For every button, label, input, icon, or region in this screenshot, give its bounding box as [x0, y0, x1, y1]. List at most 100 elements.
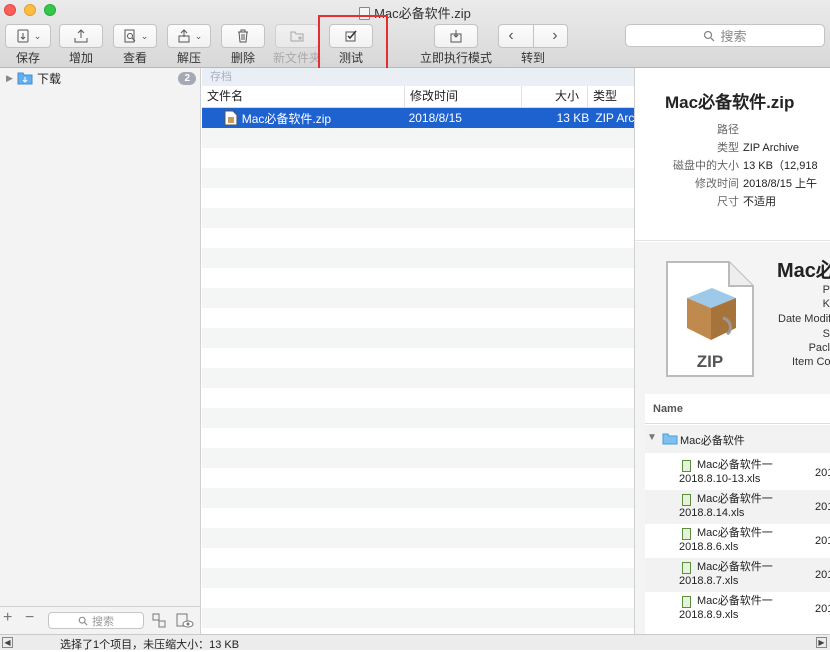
preview-meta-key: S [822, 328, 830, 340]
info-modified-row: 修改时间 2018/8/15 上午 [635, 175, 830, 191]
exec-mode-icon [450, 30, 462, 43]
add-icon[interactable]: + [3, 609, 12, 627]
archive-grid-icon[interactable] [152, 613, 166, 629]
disclosure-triangle-icon[interactable]: ▶ [6, 73, 17, 84]
status-bar: ◀ 选择了1个项目，未压缩大小：13 KB ▶ [0, 634, 830, 651]
empty-row [202, 188, 634, 208]
quicklook-icon [124, 29, 136, 43]
info-pane: Mac必备软件.zip 路径 类型 ZIP Archive 磁盘中的大小 13 KB… [635, 68, 830, 634]
preview-file-row: Mac必备软件一2018.8.7.xls 201 [645, 558, 830, 592]
sidebar-item-label: 下载 [37, 71, 62, 86]
empty-row [202, 128, 634, 148]
preview-meta-key: Item Co [792, 356, 830, 368]
empty-row [202, 248, 634, 268]
empty-row [202, 388, 634, 408]
preview-file-name: Mac必备软件一2018.8.9.xls [679, 595, 773, 621]
downloads-folder-icon [17, 72, 33, 85]
preview-file-row: Mac必备软件一2018.8.9.xls 201 [645, 592, 830, 626]
empty-row [202, 268, 634, 288]
preview-file-row: Mac必备软件一2018.8.10-13.xls 201 [645, 456, 830, 490]
eye-icon[interactable] [176, 613, 194, 629]
preview-file-date: 201 [815, 569, 830, 581]
preview-title: Mac必 [777, 260, 830, 282]
preview-file-date: 201 [815, 467, 830, 479]
chevron-down-icon: ⌄ [140, 30, 149, 41]
goto-segmented[interactable]: ‹ › [498, 24, 568, 48]
archive-section-label: 存档 [202, 68, 634, 86]
column-size[interactable]: 大小 [522, 86, 588, 107]
extract-label: 解压 [176, 51, 201, 65]
info-size-row: 磁盘中的大小 13 KB（12,918 [635, 157, 830, 173]
quicklook-preview: ZIP Mac必 P K Date Modifi S Pacl Item Co … [635, 242, 830, 634]
file-list: 存档 文件名 修改时间 大小 类型 Mac必备软件.zip 2018/8/15 … [202, 68, 634, 634]
search-placeholder: 搜索 [720, 29, 747, 44]
chevron-left-icon[interactable]: ‹ [508, 27, 513, 45]
info-dimensions-row: 尺寸 不适用 [635, 193, 830, 209]
count-badge: 2 [178, 72, 196, 85]
preview-file-name: Mac必备软件一2018.8.14.xls [679, 493, 773, 519]
preview-meta-key: Pacl [808, 342, 830, 354]
chevron-right-icon[interactable]: › [552, 27, 557, 45]
column-type[interactable]: 类型 [588, 86, 634, 107]
file-modified: 2018/8/15 [408, 111, 462, 125]
empty-rows [202, 128, 634, 628]
info-title: Mac必备软件.zip [665, 93, 795, 112]
add-button[interactable] [59, 24, 103, 48]
preview-file-name: Mac必备软件一2018.8.6.xls [679, 527, 773, 553]
trash-icon [238, 29, 248, 43]
sidebar-search-field[interactable]: 搜索 [48, 612, 144, 629]
empty-row [202, 488, 634, 508]
column-modified[interactable]: 修改时间 [405, 86, 522, 107]
preview-meta-key: P [822, 284, 830, 296]
toolbar-search-field[interactable]: 搜索 [625, 24, 825, 47]
preview-folder-row: ▼ Mac必备软件 [645, 425, 830, 453]
empty-row [202, 208, 634, 228]
view-button[interactable]: ⌄ [113, 24, 157, 48]
preview-folder-name: Mac必备软件 [680, 435, 745, 447]
empty-row [202, 448, 634, 468]
exec-mode-label: 立即执行模式 [419, 51, 492, 65]
preview-file-date: 201 [815, 501, 830, 513]
preview-meta-key: Date Modifi [778, 313, 830, 325]
new-folder-button[interactable] [275, 24, 319, 48]
exec-mode-button[interactable] [434, 24, 478, 48]
search-icon [78, 616, 88, 626]
highlight-box [318, 15, 388, 76]
sidebar-bottom-bar: + − 搜索 [0, 606, 201, 634]
remove-icon[interactable]: − [25, 609, 34, 627]
empty-row [202, 228, 634, 248]
info-key: 路径 [717, 124, 739, 136]
info-key: 修改时间 [695, 178, 739, 190]
sidebar-search-placeholder: 搜索 [92, 615, 114, 628]
info-separator [635, 240, 830, 241]
scroll-left-icon[interactable]: ◀ [2, 637, 13, 648]
preview-file-row: Mac必备软件一2018.8.14.xls 201 [645, 490, 830, 524]
window-title-text: Mac必备软件.zip [374, 6, 471, 21]
sidebar-item-downloads[interactable]: ▶ 下载 2 [6, 70, 198, 86]
sidebar: ▶ 下载 2 + − 搜索 [0, 68, 201, 634]
column-size-label: 大小 [554, 89, 579, 103]
folder-icon [662, 433, 678, 445]
empty-row [202, 408, 634, 428]
column-name[interactable]: 文件名 [202, 86, 405, 107]
zip-label: ZIP [696, 352, 724, 371]
save-button[interactable]: ⌄ [5, 24, 51, 48]
column-header: 文件名 修改时间 大小 类型 [202, 86, 634, 108]
preview-file-date: 201 [815, 535, 830, 547]
file-row[interactable]: Mac必备软件.zip 2018/8/15 13 KB ZIP Arc [202, 108, 634, 128]
file-size: 13 KB [556, 111, 590, 125]
empty-row [202, 508, 634, 528]
preview-table-header: Name [645, 394, 830, 424]
empty-row [202, 528, 634, 548]
extract-button[interactable]: ⌄ [167, 24, 211, 48]
info-value: ZIP Archive [743, 142, 800, 154]
view-label: 查看 [122, 51, 147, 65]
scroll-right-icon[interactable]: ▶ [816, 637, 827, 648]
file-name: Mac必备软件.zip [241, 111, 332, 126]
add-icon [74, 29, 88, 43]
delete-button[interactable] [221, 24, 265, 48]
segment-divider [532, 25, 534, 47]
info-key: 类型 [717, 142, 739, 154]
save-icon [17, 29, 29, 43]
empty-row [202, 368, 634, 388]
